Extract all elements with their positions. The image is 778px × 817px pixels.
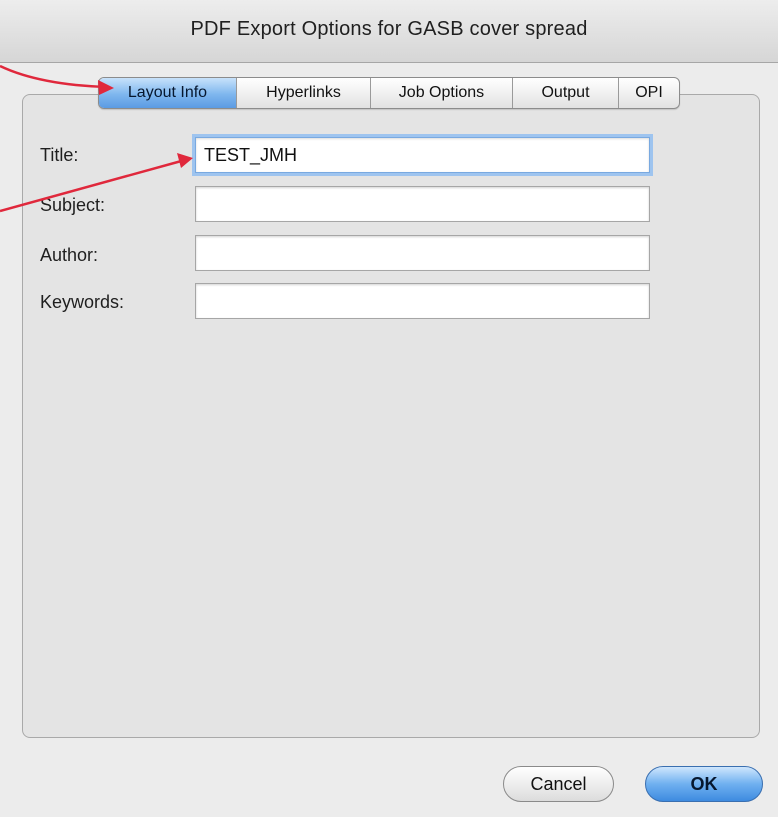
annotation-arrow-tab (0, 64, 114, 95)
subject-label: Subject: (40, 195, 106, 215)
subject-field[interactable] (195, 186, 650, 222)
tab-bar: Layout Info Hyperlinks Job Options Outpu… (98, 77, 680, 109)
keywords-field[interactable] (195, 283, 650, 319)
ok-button[interactable]: OK (645, 766, 763, 802)
keywords-label: Keywords: (40, 292, 125, 312)
tab-output[interactable]: Output (513, 78, 619, 108)
title-field[interactable] (195, 137, 650, 173)
tab-opi[interactable]: OPI (619, 78, 679, 108)
window-title: PDF Export Options for GASB cover spread (190, 18, 588, 40)
tab-layout-info[interactable]: Layout Info (99, 78, 237, 108)
author-field[interactable] (195, 235, 650, 271)
title-bar: PDF Export Options for GASB cover spread (0, 0, 778, 63)
title-label: Title: (40, 145, 79, 165)
cancel-button[interactable]: Cancel (503, 766, 614, 802)
tab-hyperlinks[interactable]: Hyperlinks (237, 78, 371, 108)
tab-job-options[interactable]: Job Options (371, 78, 513, 108)
author-label: Author: (40, 245, 99, 265)
